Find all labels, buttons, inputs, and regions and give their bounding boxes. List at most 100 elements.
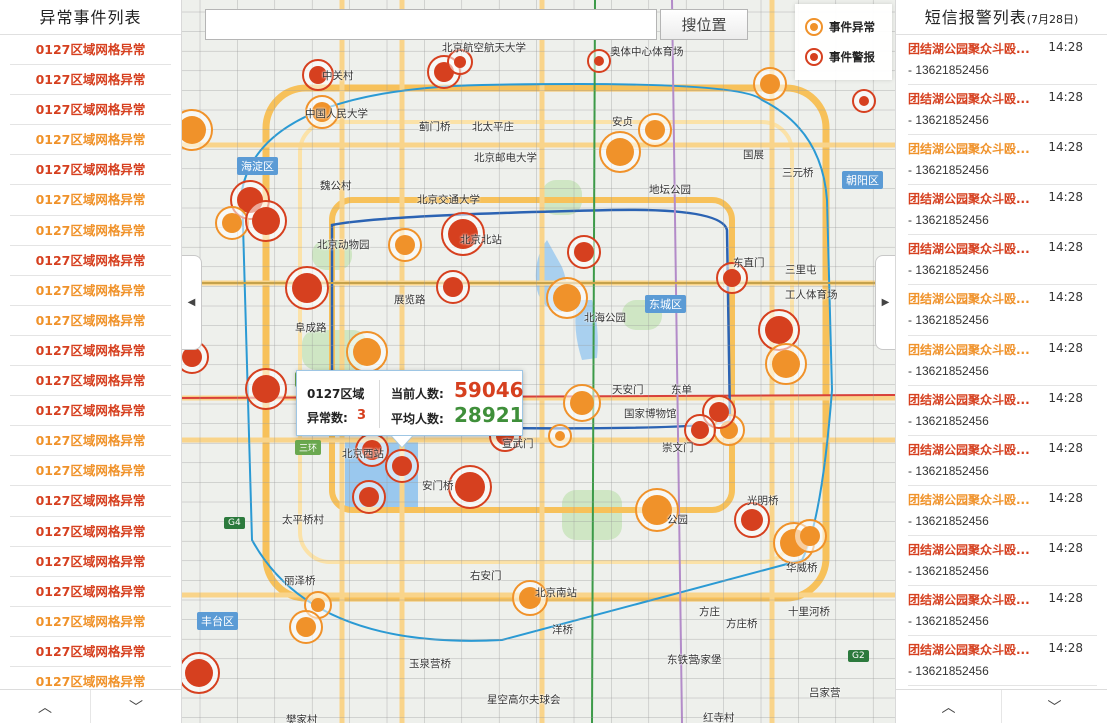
abnormal-event-item[interactable]: 0127区域网格异常 — [10, 607, 171, 637]
sms-alarm-item[interactable]: 团结湖公园聚众斗殴... 14:28- 13621852456 — [908, 35, 1097, 86]
left-scroll-down-button[interactable]: ﹀ — [90, 690, 181, 723]
abnormal-event-item[interactable]: 0127区域网格异常 — [10, 95, 171, 126]
app-root: 异常事件列表 0127区域网格异常 0127区域网格异常 0127区域网格异常 012… — [0, 0, 1107, 723]
abnormal-event-item[interactable]: 0127区域网格异常 — [10, 426, 171, 457]
chevron-up-icon: ︿ — [38, 699, 52, 716]
abnormal-marker-dot — [645, 120, 665, 140]
sms-alarm-time: 14:28 — [1048, 140, 1083, 155]
abnormal-event-item[interactable]: 0127区域网格异常 — [10, 185, 171, 216]
sms-alarm-phone: - 13621852456 — [908, 163, 989, 178]
abnormal-marker-dot — [772, 350, 800, 378]
sms-alarm-item[interactable]: 团结湖公园聚众斗殴... 14:28- 13621852456 — [908, 285, 1097, 336]
abnormal-event-item[interactable]: 0127区域网格异常 — [10, 396, 171, 427]
popup-divider — [379, 380, 380, 428]
sms-alarm-phone: - 13621852456 — [908, 263, 989, 278]
sms-alarm-item[interactable]: 团结湖公园聚众斗殴... 14:28- 13621852456 — [908, 486, 1097, 536]
abnormal-event-item[interactable]: 0127区域网格异常 — [10, 517, 171, 547]
collapse-right-panel-tab[interactable]: ▶ — [875, 255, 895, 350]
road-badge: G4 — [224, 517, 245, 529]
abnormal-event-item[interactable]: 0127区域网格异常 — [10, 667, 171, 689]
map-place-label: 光明桥 — [747, 495, 779, 507]
map-place-label: 十里河桥 — [788, 606, 830, 618]
sms-alarm-item[interactable]: 团结湖公园聚众斗殴... 14:28- 13621852456 — [908, 436, 1097, 486]
sms-alarm-item[interactable]: 团结湖公园聚众斗殴... 14:28- 13621852456 — [908, 536, 1097, 587]
map-place-label: 樊家村 — [286, 714, 318, 723]
abnormal-event-item[interactable]: 0127区域网格异常 — [10, 155, 171, 186]
sms-alarm-phone: - 13621852456 — [908, 664, 989, 679]
abnormal-event-item[interactable]: 0127区域网格异常 — [10, 456, 171, 487]
map-place-label: 工人体育场 — [785, 289, 838, 301]
collapse-left-panel-tab[interactable]: ◀ — [182, 255, 202, 350]
map-place-label: 星空高尔夫球会 — [487, 694, 561, 706]
right-scroll-up-button[interactable]: ︿ — [896, 690, 1001, 723]
map-place-label: 崇文门 — [662, 442, 694, 454]
abnormal-event-item[interactable]: 0127区域网格异常 — [10, 246, 171, 276]
map-place-label: 洋桥 — [552, 624, 573, 636]
abnormal-event-item[interactable]: 0127区域网格异常 — [10, 65, 171, 96]
map-view[interactable]: 中关村 北京航空航天大学 奥体中心体育场 中国人民大学 蓟门桥 北太平庄 安贞 北京邮电大学国… — [182, 0, 895, 723]
abnormal-event-item[interactable]: 0127区域网格异常 — [10, 35, 171, 66]
abnormal-event-item[interactable]: 0127区域网格异常 — [10, 547, 171, 577]
search-location-button[interactable]: 搜位置 — [660, 9, 748, 40]
right-scroll-down-button[interactable]: ﹀ — [1001, 690, 1107, 723]
map-place-label: 吕家营 — [809, 687, 841, 699]
sms-alarm-time: 14:28 — [1048, 40, 1083, 54]
abnormal-event-item[interactable]: 0127区域网格异常 — [10, 577, 171, 607]
map-place-label: 太平桥村 — [282, 514, 324, 526]
map-place-label: 魏公村 — [320, 180, 352, 192]
map-place-label: 中国人民大学 — [305, 108, 368, 120]
map-place-label: 红寺村 — [703, 712, 735, 723]
sms-alarm-time: 14:28 — [1048, 641, 1083, 656]
abnormal-event-item[interactable]: 0127区域网格异常 — [10, 276, 171, 306]
map-place-label: 东铁营 — [667, 654, 699, 666]
alarm-marker-dot — [443, 277, 463, 297]
search-input[interactable] — [205, 9, 657, 40]
popup-abnormal-count: 3 — [357, 408, 367, 423]
sms-alarm-item[interactable]: 团结湖公园聚众斗殴... 14:28- 13621852456 — [908, 135, 1097, 186]
region-info-popup: 0127区域 异常数: 3 当前人数: 59046 平均人数: 28921 — [296, 370, 524, 448]
alarm-marker-dot — [454, 56, 466, 68]
abnormal-marker-dot — [800, 526, 820, 546]
map-place-label: 北京邮电大学 — [474, 152, 537, 164]
map-place-label: 宣武门 — [502, 438, 534, 450]
subway-line-8 — [671, 0, 683, 723]
map-legend: 事件异常 事件警报 — [795, 4, 892, 80]
popup-average-value: 28921 — [454, 403, 524, 427]
abnormal-marker-dot — [353, 338, 381, 366]
abnormal-event-item[interactable]: 0127区域网格异常 — [10, 216, 171, 246]
sms-alarm-item[interactable]: 团结湖公园聚众斗殴... 14:28- 13621852456 — [908, 386, 1097, 436]
abnormal-marker-dot — [555, 431, 565, 441]
popup-abnormal-key: 异常数: — [307, 411, 348, 425]
sms-alarm-item[interactable]: 团结湖公园聚众斗殴... 14:28- 13621852456 — [908, 235, 1097, 286]
sms-alarm-date: (7月28日) — [1026, 13, 1079, 26]
map-place-label: 公园 — [667, 514, 688, 526]
sms-alarm-phone: - 13621852456 — [908, 614, 989, 629]
map-place-label: 国展 — [743, 149, 764, 161]
chevron-down-icon: ﹀ — [1047, 699, 1062, 716]
sms-alarm-item[interactable]: 团结湖公园聚众斗殴... 14:28- 13621852456 — [908, 336, 1097, 386]
abnormal-event-item[interactable]: 0127区域网格异常 — [10, 366, 171, 397]
abnormal-event-item[interactable]: 0127区域网格异常 — [10, 637, 171, 667]
sms-alarm-item[interactable]: 团结湖公园聚众斗殴... 14:28- 13621852456 — [908, 85, 1097, 136]
map-place-label: 北京航空航天大学 — [442, 42, 526, 54]
map-place-label: 三里屯 — [785, 264, 817, 276]
abnormal-event-item[interactable]: 0127区域网格异常 — [10, 125, 171, 156]
abnormal-marker-icon — [805, 18, 823, 36]
abnormal-event-list: 0127区域网格异常 0127区域网格异常 0127区域网格异常 0127区域网格异常… — [0, 35, 181, 689]
abnormal-event-item[interactable]: 0127区域网格异常 — [10, 306, 171, 336]
legend-abnormal-label: 事件异常 — [829, 20, 875, 34]
abnormal-marker-dot — [296, 617, 316, 637]
sms-alarm-item[interactable]: 团结湖公园聚众斗殴... 14:28- 13621852456 — [908, 185, 1097, 236]
alarm-marker-dot — [859, 96, 869, 106]
map-place-label: 地坛公园 — [649, 184, 691, 196]
sms-alarm-item[interactable]: 团结湖公园聚众斗殴... 14:28- 13621852456 — [908, 586, 1097, 637]
left-scroll-up-button[interactable]: ︿ — [0, 690, 90, 723]
popup-average-key: 平均人数: — [391, 412, 444, 426]
abnormal-event-item[interactable]: 0127区域网格异常 — [10, 486, 171, 517]
alarm-marker-dot — [182, 347, 202, 367]
map-place-label: 北京交通大学 — [417, 194, 480, 206]
sms-alarm-item[interactable]: 团结湖公园聚众斗殴... 14:28- 13621852456 — [908, 636, 1097, 687]
sms-alarm-time: 14:28 — [1048, 591, 1083, 606]
map-place-label: 国家博物馆 — [624, 408, 677, 420]
abnormal-event-item[interactable]: 0127区域网格异常 — [10, 336, 171, 367]
